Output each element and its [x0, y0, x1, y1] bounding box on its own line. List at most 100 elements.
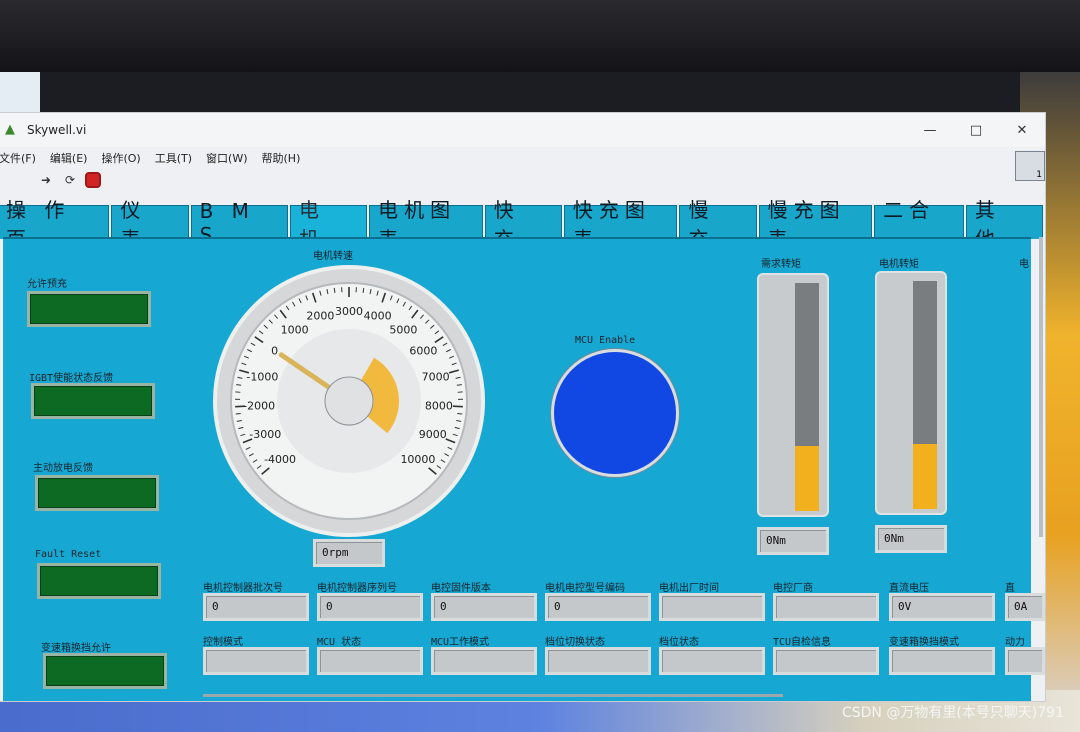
motor-torque-readout: 0Nm	[875, 525, 947, 553]
led-label-gearbox-shift: 变速箱换挡允许	[41, 643, 111, 654]
status-field-label: MCU 状态	[317, 637, 362, 648]
tab-motor-chart[interactable]: 电机图表	[369, 198, 483, 251]
monitor-bezel	[0, 0, 1080, 72]
gauge-tick-label: -2000	[243, 399, 275, 412]
status-field-value	[1005, 647, 1045, 675]
close-button[interactable]: ✕	[999, 123, 1045, 138]
info-field-label: 电机控制器序列号	[317, 583, 397, 594]
info-field-value: 0	[545, 593, 651, 621]
tab-bms[interactable]: B M S	[190, 199, 288, 247]
mcu-enable-label: MCU Enable	[575, 335, 636, 346]
horizontal-scrollbar[interactable]	[203, 694, 783, 697]
mcu-enable-indicator[interactable]	[551, 349, 679, 477]
gauge-tick-label: 5000	[389, 323, 417, 336]
gauge-tick-label: -4000	[264, 453, 296, 466]
tab-bar: 操 作 页 仪 表 B M S 电 机 电机图表 快 充 快充图表 慢 充 慢充…	[0, 198, 1045, 251]
gauge-tick	[457, 412, 463, 415]
gauge-tick-label: 10000	[400, 453, 435, 466]
menu-file[interactable]: 文件(F)	[0, 150, 36, 166]
status-field-label: 动力	[1005, 637, 1025, 648]
gauge-tick-label: 6000	[409, 344, 437, 357]
info-field-label: 直流电压	[889, 583, 929, 594]
gauge-tick-label: 1000	[281, 323, 309, 336]
led-gearbox-shift-allowed[interactable]	[43, 653, 167, 689]
info-field-value: 0V	[889, 593, 995, 621]
tank-fill	[913, 443, 937, 509]
gauge-tick-label: 7000	[422, 371, 450, 384]
status-field-value	[545, 647, 651, 675]
gauge-tick-label: 2000	[306, 310, 334, 323]
info-field-value: 0	[203, 593, 309, 621]
gauge-tick-label: 0	[271, 344, 278, 357]
status-field-label: 档位切换状态	[545, 637, 605, 648]
run-arrow-icon[interactable]: ➜	[37, 171, 55, 189]
led-precharge[interactable]	[27, 291, 151, 327]
info-field-label: 电机控制器批次号	[203, 583, 283, 594]
led-igbt-enable[interactable]	[31, 383, 155, 419]
info-field-label: 电控厂商	[773, 583, 813, 594]
tank-fill	[795, 445, 819, 511]
watermark: CSDN @万物有里(本号只聊天)791	[841, 705, 1064, 721]
gauge-tick	[456, 384, 462, 386]
gauge-tick-label: 8000	[425, 399, 453, 412]
info-field-value: 0	[431, 593, 537, 621]
gauge-tick-label: -3000	[249, 428, 281, 441]
tab-slow-charge[interactable]: 慢 充	[679, 198, 757, 251]
tank-label-demand-torque: 需求转矩	[761, 259, 801, 270]
gauge-tick-label: 3000	[335, 305, 363, 318]
info-field-label: 电控固件版本	[431, 583, 491, 594]
info-field-label: 电机出厂时间	[659, 583, 719, 594]
info-field-value	[773, 593, 879, 621]
demand-torque-tank	[757, 273, 829, 517]
menu-help[interactable]: 帮助(H)	[262, 150, 301, 166]
tab-other[interactable]: 其 他	[965, 198, 1044, 251]
vi-connector-icon: 1	[1015, 151, 1045, 181]
menu-bar: 文件(F) 编辑(E) 操作(O) 工具(T) 窗口(W) 帮助(H)	[0, 147, 1045, 169]
tab-operation-page[interactable]: 操 作 页	[0, 198, 110, 251]
gauge-label: 电机转速	[313, 251, 353, 262]
info-field-value: 0	[317, 593, 423, 621]
run-continuously-icon[interactable]: ⟳	[61, 171, 79, 189]
led-label-igbt: IGBT使能状态反馈	[29, 373, 114, 384]
tab-fast-charge[interactable]: 快 充	[484, 198, 562, 251]
menu-window[interactable]: 窗口(W)	[206, 150, 247, 166]
window-title: Skywell.vi	[27, 123, 87, 137]
info-field-value: 0A	[1005, 593, 1045, 621]
status-field-value	[659, 647, 765, 675]
status-field-label: MCU工作模式	[431, 637, 490, 648]
status-field-value	[431, 647, 537, 675]
led-active-discharge[interactable]	[35, 475, 159, 511]
gauge-tick	[333, 287, 336, 293]
gauge-tick	[236, 384, 242, 386]
demand-torque-readout: 0Nm	[757, 527, 829, 555]
gauge-tick-label: -1000	[246, 371, 278, 384]
tab-slow-charge-chart[interactable]: 慢充图表	[758, 198, 873, 251]
menu-tools[interactable]: 工具(T)	[155, 150, 192, 166]
status-field-value	[773, 647, 879, 675]
tab-two-in-one[interactable]: 二合一	[874, 198, 964, 251]
info-field-value	[659, 593, 765, 621]
tab-fast-charge-chart[interactable]: 快充图表	[563, 198, 678, 251]
title-bar: ▲ Skywell.vi — □ ✕	[0, 113, 1045, 147]
tab-motor[interactable]: 电 机	[289, 198, 368, 251]
status-field-label: 档位状态	[659, 637, 699, 648]
menu-operate[interactable]: 操作(O)	[101, 150, 140, 166]
minimize-button[interactable]: —	[907, 123, 953, 138]
gauge-hub	[324, 376, 374, 426]
abort-execution-icon[interactable]	[85, 172, 101, 188]
vertical-scrollbar[interactable]	[1039, 237, 1043, 537]
app-icon: ▲	[5, 122, 15, 137]
led-label-precharge: 允许预充	[27, 279, 67, 290]
led-fault-reset[interactable]	[37, 563, 161, 599]
motor-torque-tank	[875, 271, 947, 515]
toolbar: ➜ ⟳	[0, 169, 1045, 191]
tab-instrument[interactable]: 仪 表	[111, 198, 189, 251]
gauge-tick	[235, 412, 241, 415]
status-field-value	[889, 647, 995, 675]
info-field-label: 电机电控型号编码	[545, 583, 625, 594]
speed-readout: 0rpm	[313, 539, 385, 567]
maximize-button[interactable]: □	[953, 123, 999, 138]
menu-edit[interactable]: 编辑(E)	[50, 150, 88, 166]
led-label-active-discharge: 主动放电反馈	[33, 463, 93, 474]
motor-panel: 允许预充 IGBT使能状态反馈 主动放电反馈 Fault Reset 变速箱换挡…	[3, 237, 1045, 701]
